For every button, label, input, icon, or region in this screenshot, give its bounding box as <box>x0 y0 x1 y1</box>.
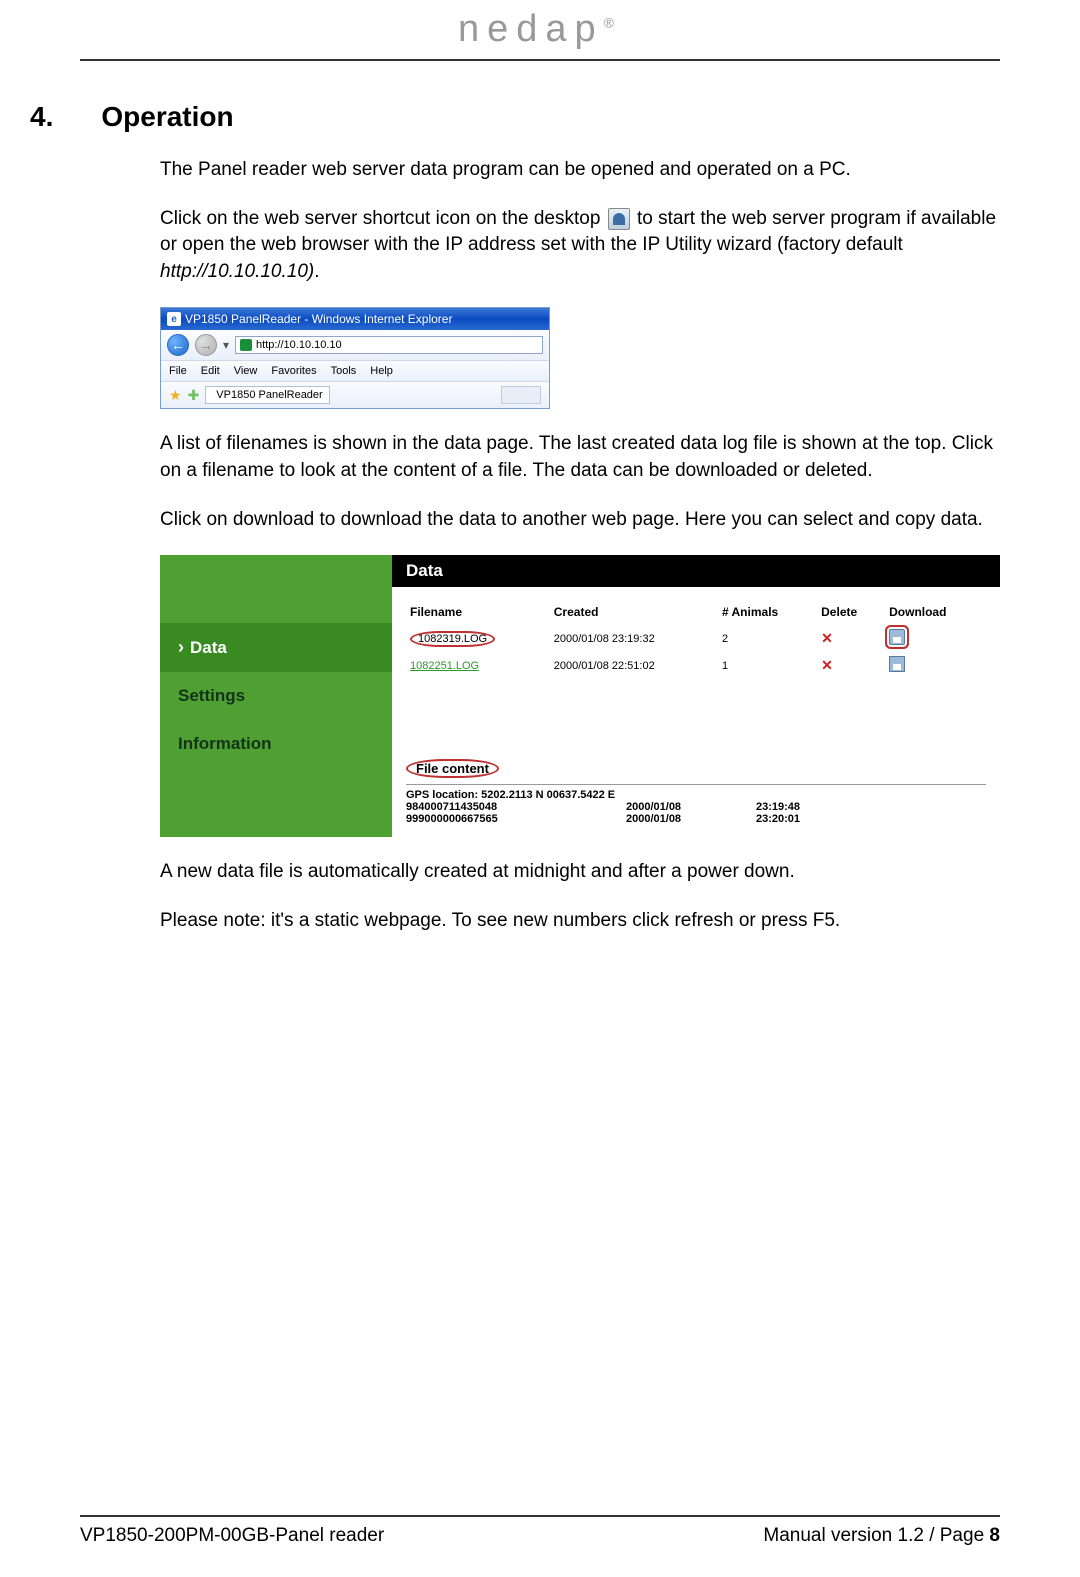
paragraph-intro: The Panel reader web server data program… <box>160 157 1000 184</box>
nav-dropdown-icon: ▾ <box>223 338 229 352</box>
data-panel-screenshot: Data Settings Information Data Filename … <box>160 555 1000 837</box>
ie-nav-bar: ← → ▾ http://10.10.10.10 <box>161 330 549 361</box>
file-content-rule <box>406 784 986 785</box>
file-content-section: File content GPS location: 5202.2113 N 0… <box>406 759 986 825</box>
col-download: Download <box>885 599 986 625</box>
paragraph-filelist: A list of filenames is shown in the data… <box>160 431 1000 484</box>
table-header-row: Filename Created # Animals Delete Downlo… <box>406 599 986 625</box>
file-content-heading: File content <box>406 759 499 778</box>
fc-time: 23:20:01 <box>756 813 800 825</box>
col-created: Created <box>550 599 718 625</box>
p2-text-a: Click on the web server shortcut icon on… <box>160 208 606 229</box>
footer-right: Manual version 1.2 / Page 8 <box>763 1525 1000 1547</box>
paragraph-shortcut: Click on the web server shortcut icon on… <box>160 206 1000 286</box>
new-tab-icon <box>501 386 541 404</box>
registered-mark: ® <box>604 14 622 30</box>
animals-cell: 2 <box>718 625 817 652</box>
paragraph-download: Click on download to download the data t… <box>160 507 1000 534</box>
browser-tab: VP1850 PanelReader <box>205 386 329 404</box>
gps-location: GPS location: 5202.2113 N 00637.5422 E <box>406 789 986 801</box>
desktop-shortcut-icon <box>608 208 630 230</box>
url-bar: http://10.10.10.10 <box>235 336 543 354</box>
footer-version: Manual version 1.2 / Page <box>763 1525 989 1546</box>
table-row: 1082319.LOG 2000/01/08 23:19:32 2 ✕ <box>406 625 986 652</box>
download-floppy-icon <box>889 629 905 645</box>
ie-title-text: VP1850 PanelReader - Windows Internet Ex… <box>185 312 452 326</box>
page-number: 8 <box>989 1525 1000 1546</box>
download-floppy-icon <box>889 656 905 672</box>
menu-help: Help <box>370 365 393 377</box>
footer-left: VP1850-200PM-00GB-Panel reader <box>80 1525 384 1547</box>
data-table: Filename Created # Animals Delete Downlo… <box>406 599 986 679</box>
forward-button-icon: → <box>195 334 217 356</box>
sidebar-item-settings: Settings <box>160 672 392 720</box>
table-row: 1082251.LOG 2000/01/08 22:51:02 1 ✕ <box>406 652 986 679</box>
ie-title-bar: e VP1850 PanelReader - Windows Internet … <box>161 308 549 330</box>
file-content-row: 999000000667565 2000/01/08 23:20:01 <box>406 813 986 825</box>
p2-text-d: . <box>314 261 319 282</box>
created-cell: 2000/01/08 22:51:02 <box>550 652 718 679</box>
page-footer: VP1850-200PM-00GB-Panel reader Manual ve… <box>80 1515 1000 1547</box>
menu-view: View <box>234 365 258 377</box>
delete-icon: ✕ <box>821 630 833 646</box>
page-icon <box>240 339 252 351</box>
sidebar: Data Settings Information <box>160 555 392 837</box>
col-delete: Delete <box>817 599 885 625</box>
fc-date: 2000/01/08 <box>626 801 716 813</box>
menu-file: File <box>169 365 187 377</box>
menu-edit: Edit <box>201 365 220 377</box>
sidebar-item-information: Information <box>160 720 392 768</box>
fc-date: 2000/01/08 <box>626 813 716 825</box>
ie-tab-bar: ★ ✚ VP1850 PanelReader <box>161 382 549 408</box>
delete-icon: ✕ <box>821 657 833 673</box>
sidebar-item-data: Data <box>160 623 392 672</box>
panel-header: Data <box>392 555 1000 587</box>
paragraph-static: Please note: it's a static webpage. To s… <box>160 908 1000 935</box>
animals-cell: 1 <box>718 652 817 679</box>
panel-main: Data Filename Created # Animals Delete D… <box>392 555 1000 837</box>
fc-id: 984000711435048 <box>406 801 586 813</box>
menu-tools: Tools <box>331 365 357 377</box>
col-animals: # Animals <box>718 599 817 625</box>
ie-icon: e <box>167 312 181 326</box>
tab-label: VP1850 PanelReader <box>216 389 322 401</box>
created-cell: 2000/01/08 23:19:32 <box>550 625 718 652</box>
section-number: 4. <box>30 101 53 133</box>
url-text: http://10.10.10.10 <box>256 339 342 351</box>
brand-logo: nedap® <box>80 0 1000 51</box>
add-favorite-icon: ✚ <box>188 387 200 404</box>
ie-menu-bar: File Edit View Favorites Tools Help <box>161 361 549 382</box>
file-content-row: 984000711435048 2000/01/08 23:19:48 <box>406 801 986 813</box>
section-title: Operation <box>101 101 233 133</box>
fc-time: 23:19:48 <box>756 801 800 813</box>
filename-link: 1082251.LOG <box>410 660 479 672</box>
col-filename: Filename <box>406 599 550 625</box>
back-button-icon: ← <box>167 334 189 356</box>
paragraph-midnight: A new data file is automatically created… <box>160 859 1000 886</box>
header-rule <box>80 59 1000 61</box>
ie-browser-screenshot: e VP1850 PanelReader - Windows Internet … <box>160 307 550 409</box>
logo-text: nedap <box>458 8 604 50</box>
filename-cell: 1082319.LOG <box>410 631 495 647</box>
default-url: http://10.10.10.10) <box>160 261 314 282</box>
favorites-star-icon: ★ <box>169 387 182 404</box>
menu-favorites: Favorites <box>271 365 316 377</box>
fc-id: 999000000667565 <box>406 813 586 825</box>
